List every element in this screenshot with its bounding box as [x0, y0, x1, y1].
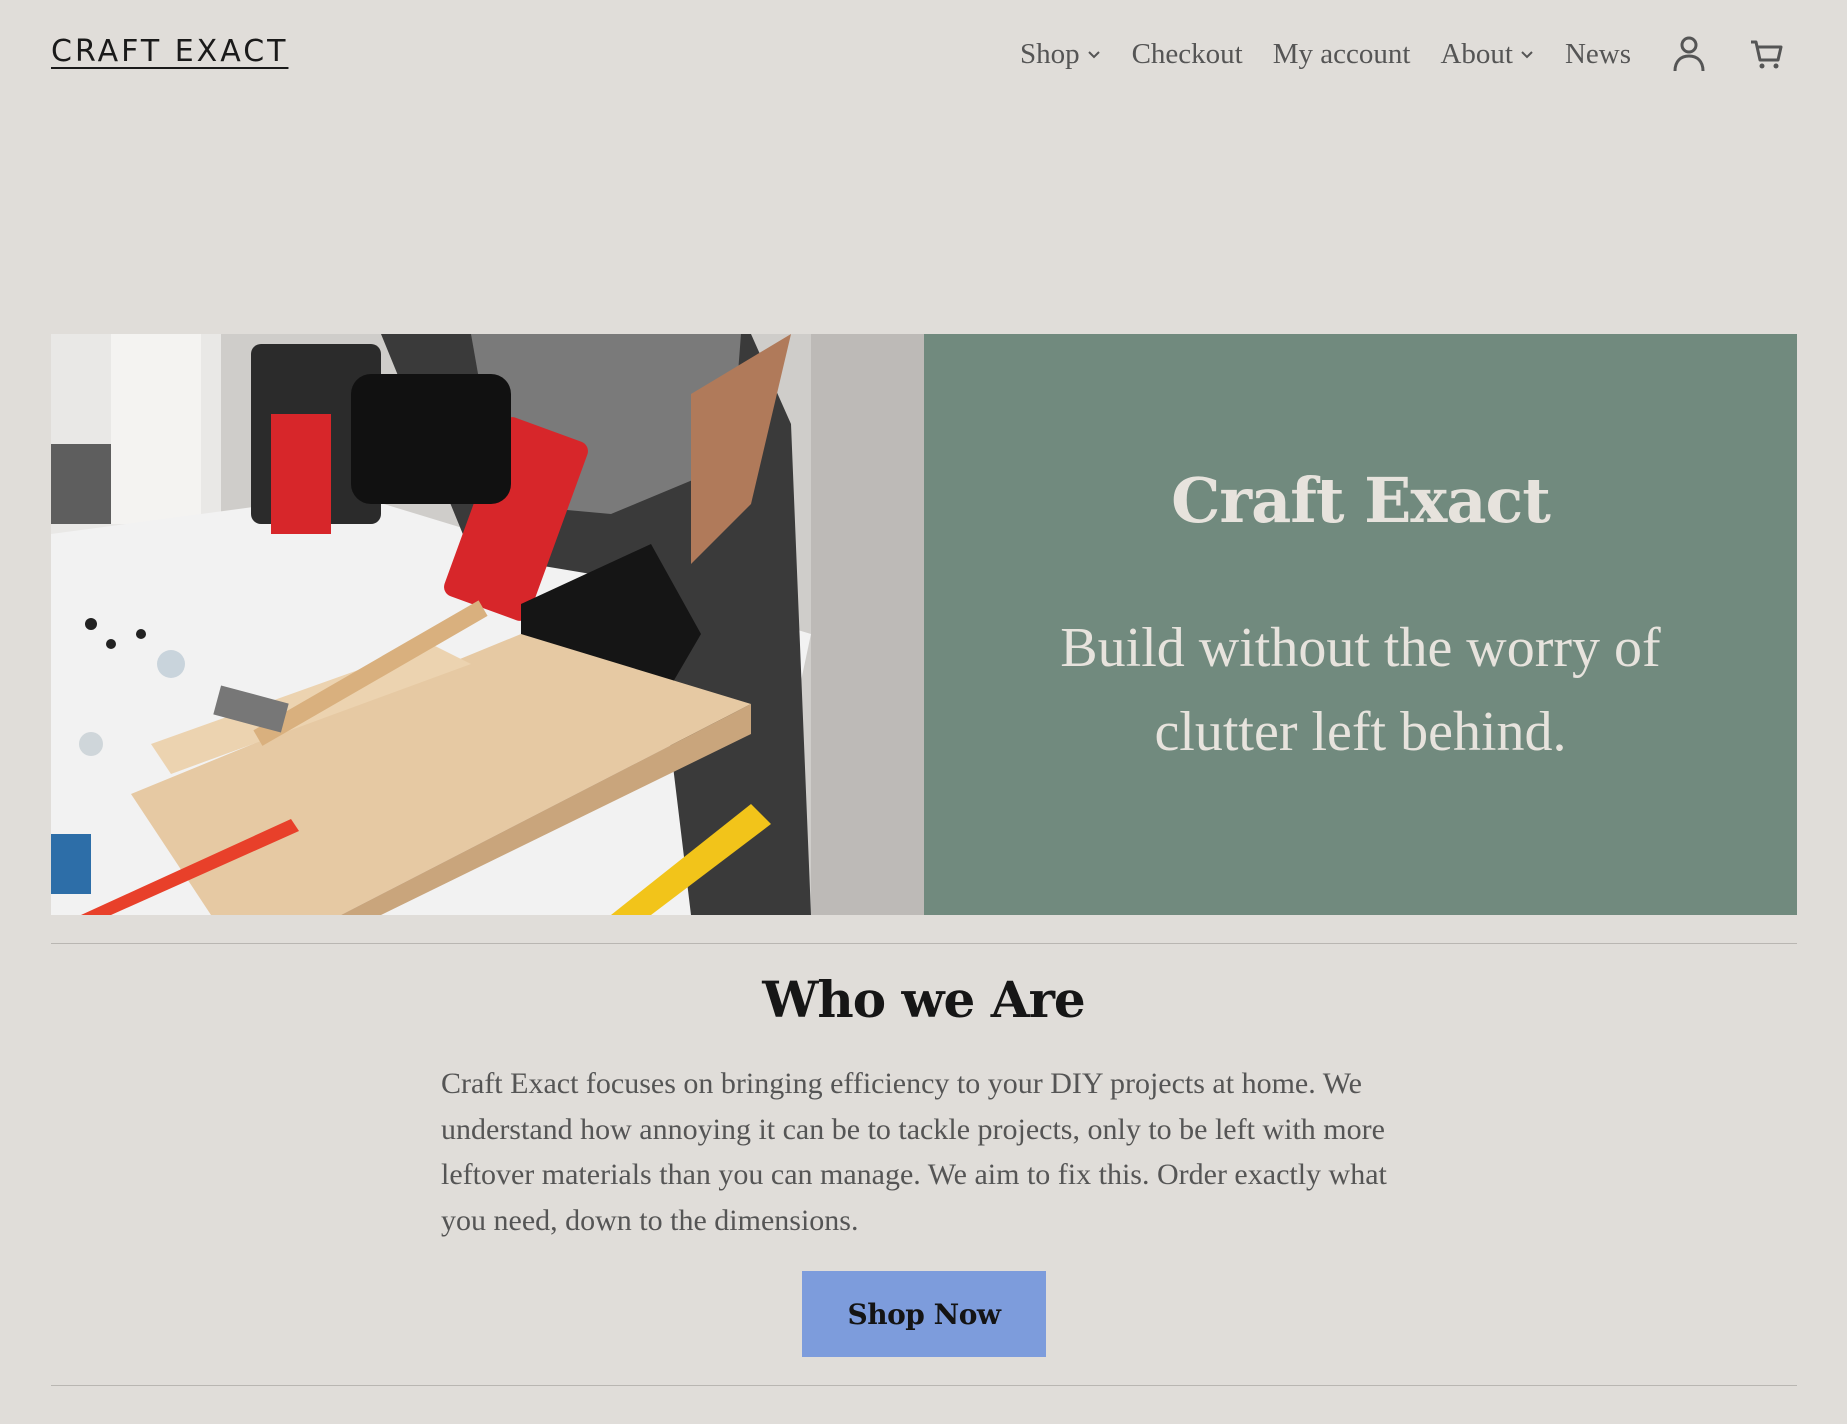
hero-tagline: Build without the worry of clutter left … [1060, 617, 1661, 763]
nav-about-label: About [1440, 37, 1513, 70]
section-heading: Who we Are [762, 970, 1085, 1029]
hero-image [51, 334, 924, 915]
site-title-link[interactable]: CRAFT EXACT [51, 34, 288, 69]
main-nav: Shop Checkout My account About News [990, 30, 1785, 78]
workshop-photo [51, 334, 924, 915]
hero-section: Craft Exact Build without the worry of c… [51, 334, 1797, 915]
about-paragraph: Craft Exact focuses on bringing efficien… [441, 1067, 1387, 1237]
divider [51, 943, 1797, 944]
shop-now-button[interactable]: Shop Now [802, 1271, 1046, 1357]
chevron-down-icon [1087, 51, 1100, 59]
nav-about[interactable]: About [1440, 38, 1535, 71]
divider [51, 1385, 1797, 1386]
nav-shop[interactable]: Shop [1020, 38, 1102, 71]
hero-title: Craft Exact [1171, 464, 1551, 537]
chevron-down-icon [1521, 51, 1533, 59]
nav-shop-label: Shop [1019, 37, 1080, 70]
nav-checkout[interactable]: Checkout [1132, 38, 1243, 71]
hero-text-panel: Craft Exact Build without the worry of c… [924, 334, 1797, 915]
site-header: CRAFT EXACT Shop Checkout My account Abo… [0, 0, 1847, 110]
nav-my-account[interactable]: My account [1273, 38, 1411, 71]
nav-news[interactable]: News [1565, 38, 1631, 71]
cart-button[interactable] [1749, 36, 1785, 72]
cart-icon [1751, 40, 1783, 69]
user-icon [1673, 36, 1705, 72]
account-button[interactable] [1671, 34, 1707, 74]
